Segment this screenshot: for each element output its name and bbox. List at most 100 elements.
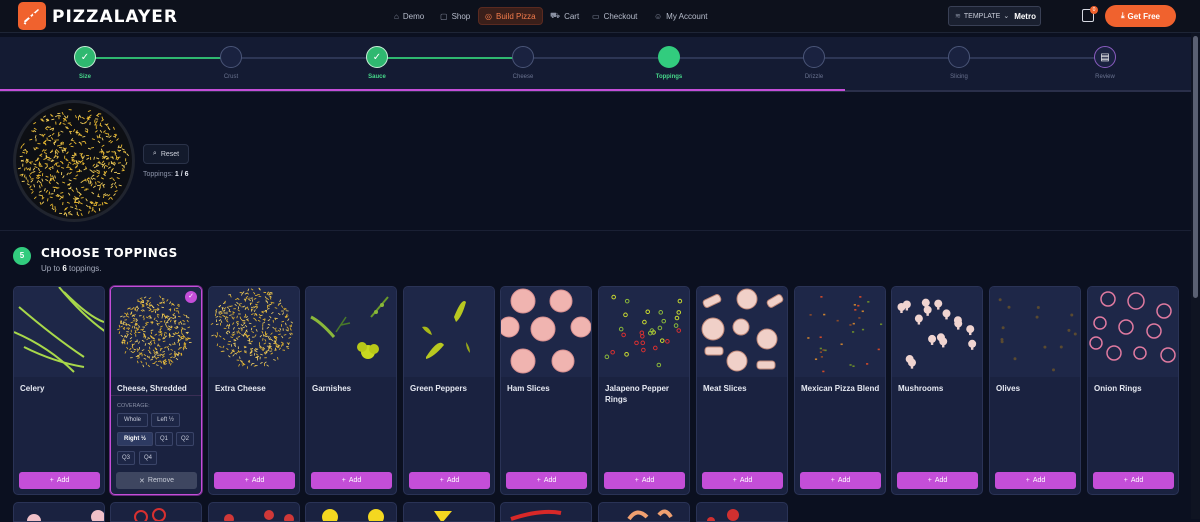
nav-checkout[interactable]: ▭ Checkout	[586, 7, 643, 25]
jalapeno-rings-image	[599, 287, 689, 377]
remove-button[interactable]: ✕ Remove	[116, 472, 197, 489]
nav-cart-label: Cart	[564, 11, 580, 21]
add-button[interactable]: + Add	[1093, 472, 1174, 489]
step-label: Slicing	[950, 74, 968, 80]
step-label: Toppings	[655, 74, 683, 80]
add-label: Add	[1032, 477, 1046, 484]
add-button[interactable]: + Add	[311, 472, 392, 489]
step-crust[interactable]: Crust	[201, 46, 261, 80]
topping-card-partial[interactable]	[305, 502, 397, 522]
topping-card-mushrooms[interactable]: Mushrooms + Add	[891, 286, 983, 495]
step-size[interactable]: ✓ Size	[55, 46, 115, 80]
add-label: Add	[543, 477, 557, 484]
topping-card-partial[interactable]	[403, 502, 495, 522]
nav-my-account[interactable]: ☺ My Account	[648, 7, 714, 25]
check-icon: ✓	[185, 291, 197, 303]
plus-icon: +	[244, 477, 249, 484]
brand-name[interactable]: PIZZALAYER	[52, 7, 178, 27]
user-icon: ☺	[654, 11, 663, 21]
get-free-button[interactable]: ⤓ Get Free	[1105, 5, 1176, 27]
add-label: Add	[446, 477, 460, 484]
topping-card-mexican-pizza-blend[interactable]: Mexican Pizza Blend + Add	[794, 286, 886, 495]
topping-card-meat-slices[interactable]: Meat Slices + Add	[696, 286, 788, 495]
reset-button[interactable]: ⌕ Reset	[143, 144, 189, 164]
celery-image	[14, 287, 104, 377]
coverage-whole[interactable]: Whole	[117, 413, 148, 427]
topping-name: Meat Slices	[703, 384, 747, 393]
template-selector[interactable]: ≋ TEMPLATE ⌄ Metro	[948, 6, 1041, 26]
topping-card-celery[interactable]: Celery + Add	[13, 286, 105, 495]
step-label: Cheese	[512, 74, 534, 80]
nav-my-account-label: My Account	[666, 11, 708, 21]
green-peppers-image	[404, 287, 494, 377]
add-button[interactable]: + Add	[800, 472, 881, 489]
plus-icon: +	[830, 477, 835, 484]
topping-name: Garnishes	[312, 384, 352, 393]
step-dot	[220, 46, 242, 68]
nav-shop[interactable]: ▢ Shop	[434, 7, 476, 25]
topping-name: Cheese, Shredded	[117, 384, 187, 393]
topping-card-cheese-shredded[interactable]: ✓ Cheese, Shredded COVERAGE: Whole Left …	[110, 286, 202, 495]
step-drizzle[interactable]: Drizzle	[784, 46, 844, 80]
home-icon: ⌂	[394, 11, 399, 21]
step-cheese[interactable]: Cheese	[493, 46, 553, 80]
search-icon: ⌕	[152, 150, 157, 157]
topping-card-partial[interactable]	[696, 502, 788, 522]
plus-icon: +	[927, 477, 932, 484]
coverage-q4[interactable]: Q4	[139, 451, 157, 465]
step-progress-bar: ✓ Size Crust ✓ Sauce Cheese Toppings Drizz…	[0, 37, 1200, 92]
topping-card-partial[interactable]	[110, 502, 202, 522]
coverage-divider	[111, 395, 201, 396]
topping-card-partial[interactable]	[208, 502, 300, 522]
step-sauce[interactable]: ✓ Sauce	[347, 46, 407, 80]
topping-card-extra-cheese[interactable]: Extra Cheese + Add	[208, 286, 300, 495]
topping-name: Ham Slices	[507, 384, 550, 393]
topping-card-ham-slices[interactable]: Ham Slices + Add	[500, 286, 592, 495]
topping-card-partial[interactable]	[500, 502, 592, 522]
scrollbar-thumb[interactable]	[1193, 36, 1198, 298]
toppings-count-label: Toppings:	[143, 171, 173, 178]
topping-card-garnishes[interactable]: Garnishes + Add	[305, 286, 397, 495]
step-dot	[803, 46, 825, 68]
nav-demo[interactable]: ⌂ Demo	[388, 7, 430, 25]
plus-icon: +	[1025, 477, 1030, 484]
topping-card-green-peppers[interactable]: Green Peppers + Add	[403, 286, 495, 495]
topping-name: Onion Rings	[1094, 384, 1142, 393]
add-button[interactable]: + Add	[604, 472, 685, 489]
add-button[interactable]: + Add	[506, 472, 587, 489]
plus-icon: +	[341, 477, 346, 484]
pizza-logo-icon[interactable]	[18, 2, 46, 30]
topping-card-olives[interactable]: Olives + Add	[989, 286, 1081, 495]
add-button[interactable]: + Add	[409, 472, 490, 489]
coverage-q2[interactable]: Q2	[176, 432, 194, 446]
step-toppings[interactable]: Toppings	[639, 46, 699, 80]
step-slicing[interactable]: Slicing	[929, 46, 989, 80]
topping-card-onion-rings[interactable]: Onion Rings + Add	[1087, 286, 1179, 495]
topping-card-jalapeno-pepper-rings[interactable]: Jalapeno Pepper Rings + Add	[598, 286, 690, 495]
nav-build-pizza[interactable]: ◎ Build Pizza	[478, 7, 543, 25]
add-button[interactable]: + Add	[19, 472, 100, 489]
add-button[interactable]: + Add	[214, 472, 295, 489]
meat-slices-image	[697, 287, 787, 377]
check-icon: ✓	[74, 46, 96, 68]
wizard-progress-fill	[0, 89, 845, 91]
coverage-left-half[interactable]: Left ½	[151, 413, 180, 427]
ham-slices-image	[501, 287, 591, 377]
topping-name: Mexican Pizza Blend	[801, 384, 880, 393]
step-review[interactable]: ▤ Review	[1075, 46, 1135, 80]
topping-card-partial[interactable]	[598, 502, 690, 522]
template-label: TEMPLATE	[963, 12, 1001, 20]
layers-icon: ≋	[955, 13, 961, 20]
nav-demo-label: Demo	[402, 11, 425, 21]
nav-cart[interactable]: ⛟ Cart	[544, 7, 585, 25]
topping-card-partial[interactable]	[13, 502, 105, 522]
coverage-right-half[interactable]: Right ½	[117, 432, 153, 446]
add-button[interactable]: + Add	[702, 472, 783, 489]
add-button[interactable]: + Add	[995, 472, 1076, 489]
check-icon: ✓	[366, 46, 388, 68]
coverage-q3[interactable]: Q3	[117, 451, 135, 465]
extra-cheese-image	[209, 287, 299, 377]
get-free-label: Get Free	[1127, 11, 1160, 21]
coverage-q1[interactable]: Q1	[155, 432, 173, 446]
add-button[interactable]: + Add	[897, 472, 978, 489]
